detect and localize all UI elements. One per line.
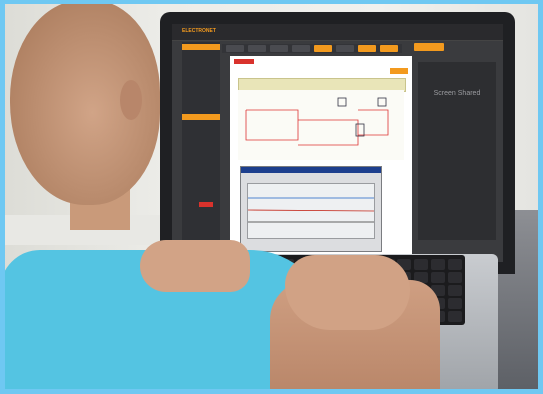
photo-scene: ELECTRONET Screen Shared — [0, 0, 543, 394]
photo-frame — [0, 0, 543, 394]
